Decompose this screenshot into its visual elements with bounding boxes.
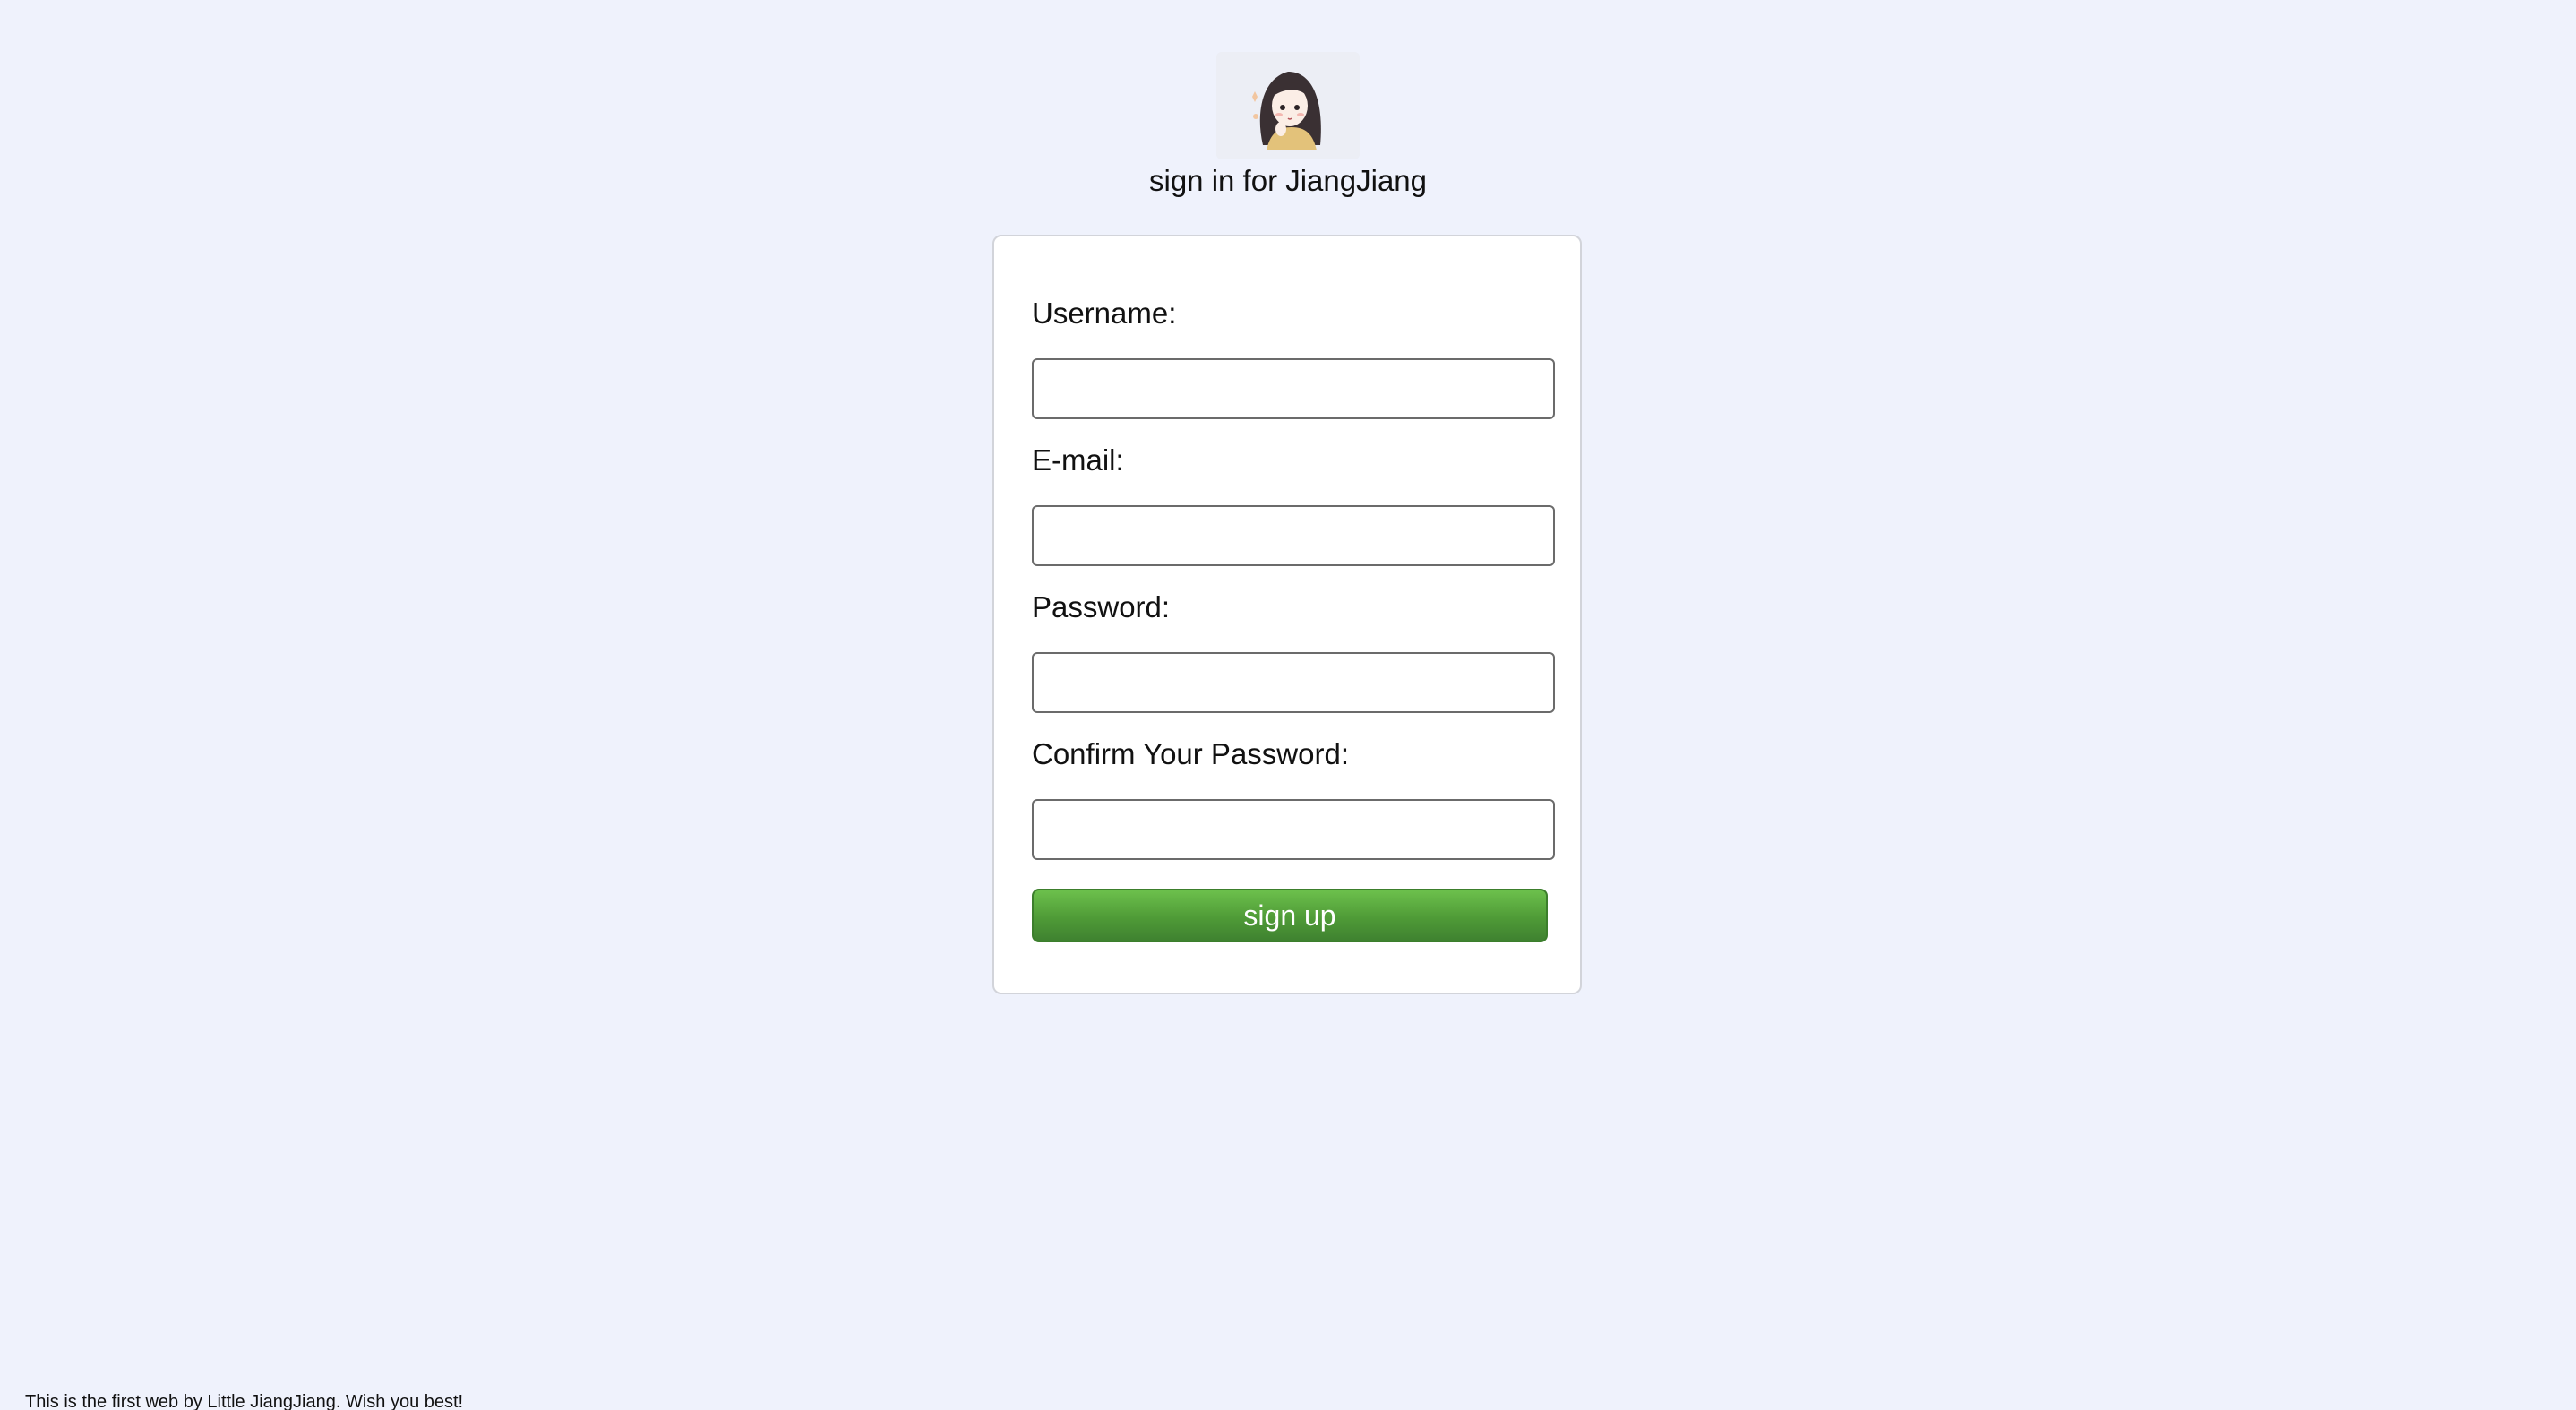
confirm-password-input[interactable] — [1032, 799, 1555, 860]
email-input[interactable] — [1032, 505, 1555, 566]
confirm-password-label: Confirm Your Password: — [1032, 737, 1349, 770]
password-input[interactable] — [1032, 652, 1555, 713]
username-label: Username: — [1032, 297, 1177, 330]
email-label: E-mail: — [1032, 443, 1124, 477]
page-title: sign in for JiangJiang — [1148, 164, 1428, 197]
girl-avatar-icon — [1216, 52, 1360, 159]
username-input[interactable] — [1032, 358, 1555, 419]
signup-page: sign in for JiangJiang Username: E-mail:… — [0, 0, 2576, 1410]
footer-text: This is the first web by Little JiangJia… — [25, 1392, 464, 1410]
signup-form-card: Username: E-mail: Password: Confirm Your… — [992, 235, 1582, 994]
sign-up-button[interactable]: sign up — [1032, 889, 1548, 942]
password-label: Password: — [1032, 590, 1171, 623]
